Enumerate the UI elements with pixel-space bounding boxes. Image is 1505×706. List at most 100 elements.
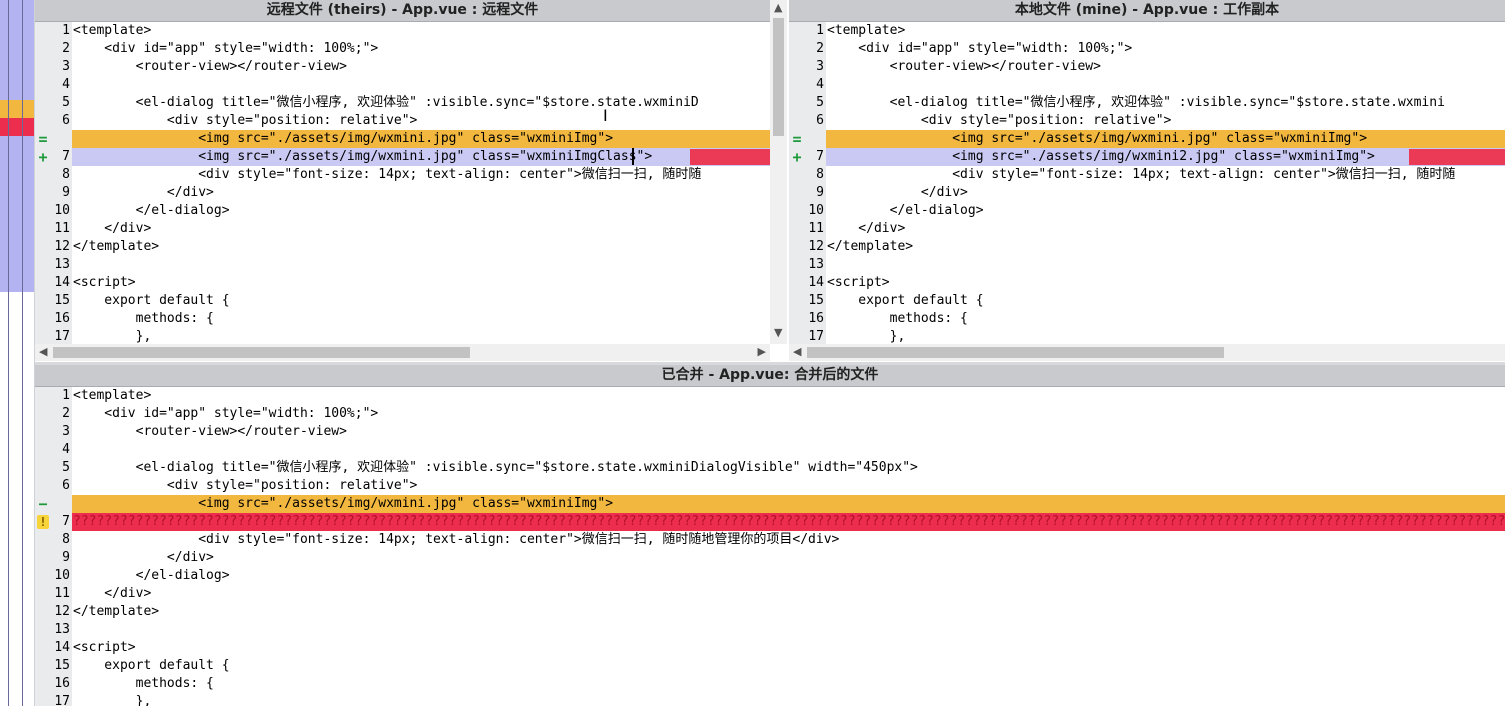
code-line[interactable]: 2 <div id="app" style="width: 100%;"> xyxy=(35,405,1505,423)
code-line[interactable]: 2 <div id="app" style="width: 100%;"> xyxy=(35,40,770,58)
code-text: <div style="position: relative"> xyxy=(73,113,418,128)
mine-code-area[interactable]: 1 <template> 2 <div id="app" style="width:… xyxy=(789,22,1505,344)
code-line[interactable]: ! 7??????????????????????????????????????… xyxy=(35,513,1505,531)
code-line[interactable]: 5 <el-dialog title="微信小程序, 欢迎体验" :visibl… xyxy=(35,94,770,112)
line-number: 16 xyxy=(808,311,824,326)
code-line[interactable]: 15 export default { xyxy=(35,657,1505,675)
code-line[interactable]: 10 </el-dialog> xyxy=(35,202,770,220)
minus-icon: − xyxy=(38,495,48,513)
code-line[interactable]: 16 methods: { xyxy=(35,310,770,328)
line-number: 4 xyxy=(62,442,70,457)
code-text: <template> xyxy=(73,388,152,403)
code-line[interactable]: 17 }, xyxy=(789,328,1505,344)
code-line[interactable]: 5 <el-dialog title="微信小程序, 欢迎体验" :visibl… xyxy=(35,459,1505,477)
code-line[interactable]: 1 <template> xyxy=(35,387,1505,405)
code-line[interactable]: 14 <script> xyxy=(35,274,770,292)
code-line[interactable]: 9 </div> xyxy=(789,184,1505,202)
scroll-left-arrow-icon[interactable]: ◀ xyxy=(39,345,47,358)
code-text: <div style="position: relative"> xyxy=(827,113,1172,128)
code-line[interactable]: 12 </template> xyxy=(789,238,1505,256)
scroll-thumb[interactable] xyxy=(807,347,1224,358)
code-text: </el-dialog> xyxy=(827,203,984,218)
code-line[interactable]: 2 <div id="app" style="width: 100%;"> xyxy=(789,40,1505,58)
code-line[interactable]: 14 <script> xyxy=(35,639,1505,657)
code-line[interactable]: 13 xyxy=(35,256,770,274)
line-gutter: +7 xyxy=(789,148,826,166)
mine-pane[interactable]: 本地文件 (mine) - App.vue : 工作副本 1 <template>… xyxy=(789,0,1505,362)
text-caret xyxy=(632,148,634,165)
line-gutter: 16 xyxy=(789,310,826,328)
code-line[interactable]: 4 xyxy=(789,76,1505,94)
code-line[interactable]: 8 <div style="font-size: 14px; text-alig… xyxy=(35,166,770,184)
line-number: 16 xyxy=(54,676,70,691)
line-number: 6 xyxy=(816,113,824,128)
line-number: 3 xyxy=(816,59,824,74)
line-gutter: 16 xyxy=(35,310,72,328)
code-line[interactable]: 4 xyxy=(35,76,770,94)
code-line[interactable]: 14 <script> xyxy=(789,274,1505,292)
code-line[interactable]: 3 <router-view></router-view> xyxy=(789,58,1505,76)
scroll-thumb[interactable] xyxy=(53,347,470,358)
scroll-left-arrow-icon[interactable]: ◀ xyxy=(793,345,801,358)
code-line[interactable]: 6 <div style="position: relative"> xyxy=(35,477,1505,495)
line-gutter: 15 xyxy=(789,292,826,310)
code-line[interactable]: 1 <template> xyxy=(789,22,1505,40)
code-line[interactable]: 4 xyxy=(35,441,1505,459)
code-line[interactable]: 9 </div> xyxy=(35,184,770,202)
line-number: 4 xyxy=(816,77,824,92)
location-overview-bar[interactable] xyxy=(0,0,35,706)
code-line[interactable]: 5 <el-dialog title="微信小程序, 欢迎体验" :visibl… xyxy=(789,94,1505,112)
code-line[interactable]: 17 }, xyxy=(35,328,770,344)
scroll-up-arrow-icon[interactable]: ▲ xyxy=(774,1,782,14)
overview-changed-region xyxy=(0,0,34,100)
scroll-down-arrow-icon[interactable]: ▼ xyxy=(774,326,782,339)
code-line[interactable]: 13 xyxy=(35,621,1505,639)
code-line[interactable]: +7 <img src="./assets/img/wxmini.jpg" cl… xyxy=(35,148,770,166)
merged-pane[interactable]: 已合并 - App.vue: 合并后的文件 1 <template> 2 <div … xyxy=(35,365,1505,706)
code-line[interactable]: 1 <template> xyxy=(35,22,770,40)
code-line[interactable]: 10 </el-dialog> xyxy=(789,202,1505,220)
scroll-right-arrow-icon[interactable]: ▶ xyxy=(758,345,766,358)
code-line[interactable]: 11 </div> xyxy=(35,585,1505,603)
code-line[interactable]: = <img src="./assets/img/wxmini.jpg" cla… xyxy=(35,130,770,148)
code-line[interactable]: 13 xyxy=(789,256,1505,274)
code-line[interactable]: 9 </div> xyxy=(35,549,1505,567)
code-line[interactable]: 3 <router-view></router-view> xyxy=(35,423,1505,441)
code-line[interactable]: 12 </template> xyxy=(35,238,770,256)
line-number: 10 xyxy=(54,203,70,218)
theirs-horizontal-scrollbar[interactable]: ◀ ▶ xyxy=(35,344,770,361)
theirs-code-area[interactable]: 1 <template> 2 <div id="app" style="width:… xyxy=(35,22,770,344)
code-line[interactable]: 16 methods: { xyxy=(789,310,1505,328)
code-line[interactable]: 11 </div> xyxy=(789,220,1505,238)
code-line[interactable]: 12 </template> xyxy=(35,603,1505,621)
merged-code-area[interactable]: 1 <template> 2 <div id="app" style="width:… xyxy=(35,387,1505,706)
code-text: <img src="./assets/img/wxmini.jpg" class… xyxy=(827,131,1368,146)
line-number: 2 xyxy=(62,406,70,421)
theirs-pane[interactable]: 远程文件 (theirs) - App.vue : 远程文件 1 <templat… xyxy=(35,0,787,362)
code-line[interactable]: 6 <div style="position: relative"> xyxy=(789,112,1505,130)
line-gutter: 1 xyxy=(789,22,826,40)
code-line[interactable]: 10 </el-dialog> xyxy=(35,567,1505,585)
line-number: 10 xyxy=(54,568,70,583)
code-line[interactable]: 15 export default { xyxy=(789,292,1505,310)
code-line[interactable]: 15 export default { xyxy=(35,292,770,310)
line-gutter: 8 xyxy=(35,531,72,549)
scroll-thumb[interactable] xyxy=(773,18,784,136)
text-cursor-icon: I xyxy=(603,106,608,125)
code-line[interactable]: 8 <div style="font-size: 14px; text-alig… xyxy=(35,531,1505,549)
code-text: </div> xyxy=(73,185,214,200)
code-line[interactable]: 8 <div style="font-size: 14px; text-alig… xyxy=(789,166,1505,184)
code-line[interactable]: 6 <div style="position: relative"> xyxy=(35,112,770,130)
code-line[interactable]: 16 methods: { xyxy=(35,675,1505,693)
code-line[interactable]: 17 }, xyxy=(35,693,1505,706)
code-line[interactable]: +7 <img src="./assets/img/wxmini2.jpg" c… xyxy=(789,148,1505,166)
code-line[interactable]: = <img src="./assets/img/wxmini.jpg" cla… xyxy=(789,130,1505,148)
line-gutter: +7 xyxy=(35,148,72,166)
code-text: </div> xyxy=(73,221,152,236)
code-line[interactable]: − <img src="./assets/img/wxmini.jpg" cla… xyxy=(35,495,1505,513)
code-line[interactable]: 3 <router-view></router-view> xyxy=(35,58,770,76)
theirs-vertical-scrollbar[interactable]: ▲ ▼ xyxy=(770,0,787,344)
line-number: 15 xyxy=(54,293,70,308)
code-line[interactable]: 11 </div> xyxy=(35,220,770,238)
mine-horizontal-scrollbar[interactable]: ◀ xyxy=(789,344,1505,361)
